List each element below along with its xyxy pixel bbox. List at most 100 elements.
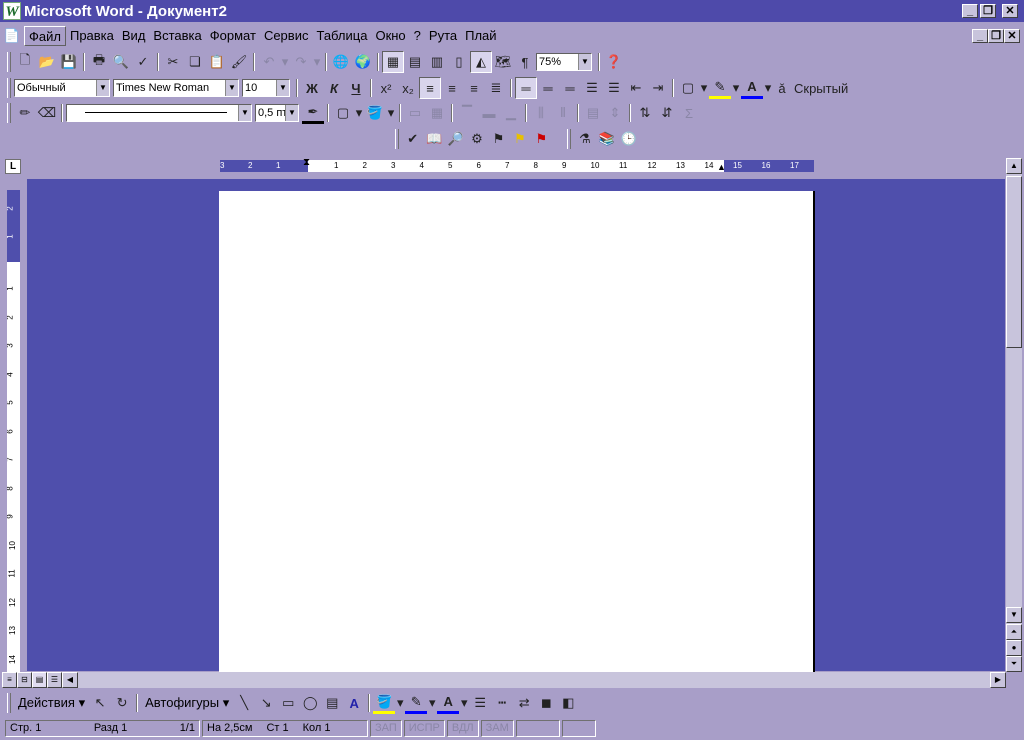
menu-format[interactable]: Формат bbox=[206, 26, 260, 46]
font-size-dropdown[interactable]: 10 ▼ bbox=[242, 79, 290, 97]
document-map-icon[interactable]: 🗺 bbox=[492, 51, 514, 73]
sort-ascending-icon[interactable]: ⇅ bbox=[634, 102, 656, 124]
sort-descending-icon[interactable]: ⇵ bbox=[656, 102, 678, 124]
insert-excel-icon[interactable]: ▥ bbox=[426, 51, 448, 73]
scroll-up-icon[interactable]: ▲ bbox=[1006, 158, 1022, 174]
align-bottom-icon[interactable]: ▁ bbox=[500, 102, 522, 124]
select-objects-icon[interactable]: ↖ bbox=[89, 692, 111, 714]
document-page[interactable] bbox=[219, 191, 815, 672]
borders-dropdown-icon[interactable]: ▾ bbox=[699, 77, 709, 99]
cut-icon[interactable]: ✂ bbox=[162, 51, 184, 73]
align-middle-icon[interactable]: ▬ bbox=[478, 102, 500, 124]
font-dropdown[interactable]: Times New Roman ▼ bbox=[113, 79, 239, 97]
eraser-icon[interactable]: ⌫ bbox=[36, 102, 58, 124]
merge-cells-icon[interactable]: ▭ bbox=[404, 102, 426, 124]
spell-check-icon[interactable]: ✔ bbox=[402, 128, 423, 150]
show-hide-icon[interactable]: ¶ bbox=[514, 51, 536, 73]
restore-button[interactable]: ❐ bbox=[980, 4, 996, 18]
dictionary-icon[interactable]: 📖 bbox=[423, 128, 444, 150]
border-dropdown-icon[interactable]: ▾ bbox=[354, 102, 364, 124]
tables-borders-icon[interactable]: ▦ bbox=[382, 51, 404, 73]
select-browse-object-icon[interactable]: ● bbox=[1006, 640, 1022, 656]
toolbar-grip[interactable] bbox=[7, 693, 11, 713]
text-direction-icon[interactable]: ⇕ bbox=[604, 102, 626, 124]
status-ovr[interactable]: ЗАМ bbox=[480, 720, 514, 737]
dash-style-icon[interactable]: ┅ bbox=[491, 692, 513, 714]
doc-restore-button[interactable]: ❐ bbox=[988, 29, 1004, 43]
shading-icon[interactable]: 🪣 bbox=[364, 102, 386, 124]
wordart-icon[interactable]: A bbox=[343, 692, 365, 714]
menu-view[interactable]: Вид bbox=[118, 26, 150, 46]
minimize-button[interactable]: _ bbox=[962, 4, 978, 18]
new-icon[interactable]: 🗋 bbox=[14, 51, 36, 73]
bold-button[interactable]: Ж bbox=[301, 77, 323, 99]
subscript-icon[interactable]: x₂ bbox=[397, 77, 419, 99]
menu-help[interactable]: ? bbox=[410, 26, 425, 46]
menu-play[interactable]: Плай bbox=[461, 26, 500, 46]
fill-color-dropdown-icon[interactable]: ▾ bbox=[395, 692, 405, 714]
increase-indent-icon[interactable]: ⇥ bbox=[647, 77, 669, 99]
font-color-dropdown-icon[interactable]: ▾ bbox=[763, 77, 773, 99]
outline-view-icon[interactable]: ☰ bbox=[47, 672, 62, 688]
toolbar-grip[interactable] bbox=[567, 129, 571, 149]
scroll-left-icon[interactable]: ◀ bbox=[62, 672, 78, 688]
hidden-button[interactable]: Скрытый bbox=[791, 77, 851, 99]
line-style-icon[interactable]: ☰ bbox=[469, 692, 491, 714]
previous-page-icon[interactable]: ⏶ bbox=[1006, 624, 1022, 640]
russian-flag-icon[interactable]: ⚑ bbox=[531, 128, 552, 150]
line-color-dropdown-icon[interactable]: ▾ bbox=[427, 692, 437, 714]
actions-menu[interactable]: Действия ▾ bbox=[14, 695, 89, 711]
autoshapes-menu[interactable]: Автофигуры ▾ bbox=[141, 695, 233, 711]
paste-icon[interactable]: 📋 bbox=[206, 51, 228, 73]
web-layout-icon[interactable]: ⊟ bbox=[17, 672, 32, 688]
3d-icon[interactable]: ◧ bbox=[557, 692, 579, 714]
draw-table-icon[interactable]: ✏ bbox=[14, 102, 36, 124]
border-color-icon[interactable]: ✒ bbox=[302, 102, 324, 124]
toolbar-grip[interactable] bbox=[7, 103, 11, 123]
translate-icon[interactable]: ⚙ bbox=[466, 128, 487, 150]
line-color-icon[interactable]: ✎ bbox=[405, 692, 428, 714]
insert-table-icon[interactable]: ▤ bbox=[404, 51, 426, 73]
fill-color-icon[interactable]: 🪣 bbox=[373, 692, 396, 714]
scroll-right-icon[interactable]: ▶ bbox=[990, 672, 1006, 688]
hyphenation-icon[interactable]: ⚑ bbox=[488, 128, 509, 150]
normal-view-icon[interactable]: ≡ bbox=[2, 672, 17, 688]
bullets-icon[interactable]: ☰ bbox=[603, 77, 625, 99]
open-icon[interactable]: 📂 bbox=[36, 51, 58, 73]
toolbar-grip[interactable] bbox=[395, 129, 399, 149]
redo-icon[interactable]: ↷ bbox=[290, 51, 312, 73]
tab-selector[interactable]: L bbox=[5, 159, 21, 174]
right-indent-marker-icon[interactable]: ▲ bbox=[717, 162, 726, 172]
status-trk[interactable]: ИСПР bbox=[403, 720, 445, 737]
justify-icon[interactable]: ≣ bbox=[485, 77, 507, 99]
menu-file[interactable]: Файл bbox=[24, 26, 66, 46]
font-color-icon[interactable]: A bbox=[741, 77, 763, 99]
menu-insert[interactable]: Вставка bbox=[149, 26, 205, 46]
highlight-dropdown-icon[interactable]: ▾ bbox=[731, 77, 741, 99]
print-icon[interactable]: 🖶 bbox=[88, 51, 110, 73]
free-rotate-icon[interactable]: ↻ bbox=[111, 692, 133, 714]
redo-dropdown-icon[interactable]: ▾ bbox=[312, 51, 322, 73]
oval-icon[interactable]: ◯ bbox=[299, 692, 321, 714]
next-page-icon[interactable]: ⏷ bbox=[1006, 656, 1022, 672]
menu-window[interactable]: Окно bbox=[371, 26, 409, 46]
align-right-icon[interactable]: ≡ bbox=[463, 77, 485, 99]
line-weight-dropdown[interactable]: 0,5 пт ▼ bbox=[255, 104, 299, 122]
line-icon[interactable]: ╲ bbox=[233, 692, 255, 714]
doc-minimize-button[interactable]: _ bbox=[972, 29, 988, 43]
arrow-icon[interactable]: ↘ bbox=[255, 692, 277, 714]
undo-icon[interactable]: ↶ bbox=[258, 51, 280, 73]
borders-icon[interactable]: ▢ bbox=[677, 77, 699, 99]
format-painter-icon[interactable]: 🖌 bbox=[228, 51, 250, 73]
ukrainian-flag-icon[interactable]: ⚑ bbox=[509, 128, 530, 150]
menu-tools[interactable]: Сервис bbox=[260, 26, 313, 46]
status-ext[interactable]: ВДЛ bbox=[446, 720, 479, 737]
drawing-font-color-dropdown-icon[interactable]: ▾ bbox=[459, 692, 469, 714]
zoom-dropdown[interactable]: 75% ▼ bbox=[536, 53, 592, 71]
menu-ruta[interactable]: Рута bbox=[425, 26, 461, 46]
hyperlink-icon[interactable]: 🌐 bbox=[330, 51, 352, 73]
undo-dropdown-icon[interactable]: ▾ bbox=[280, 51, 290, 73]
arrow-style-icon[interactable]: ⇄ bbox=[513, 692, 535, 714]
toolbar-grip[interactable] bbox=[7, 52, 11, 72]
menu-edit[interactable]: Правка bbox=[66, 26, 118, 46]
